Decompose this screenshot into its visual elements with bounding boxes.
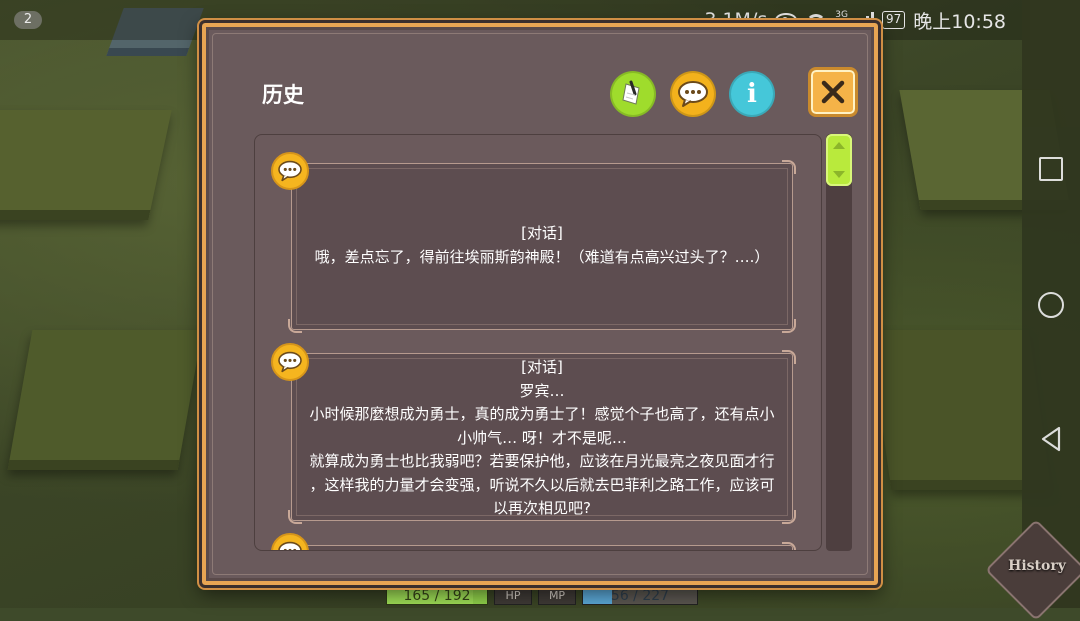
chat-button[interactable] [670, 71, 716, 117]
note-paper-icon [622, 80, 640, 105]
scroll-thumb[interactable] [826, 134, 852, 186]
history-scrollbar[interactable] [826, 134, 852, 551]
entry-tag: [对话] [521, 358, 563, 376]
ground-tile [0, 110, 172, 220]
entry-line: 以再次相见吧? [493, 499, 591, 517]
entry-line: 罗宾… [519, 381, 565, 400]
dialog-title: 历史 [262, 83, 304, 107]
speech-bubble-icon [678, 81, 708, 107]
mp-bar: 56 / 227 [582, 587, 698, 605]
battery-indicator: 97 [881, 11, 906, 29]
scroll-up-icon [833, 142, 845, 149]
history-entry [288, 542, 796, 550]
android-nav-bar [1022, 0, 1080, 608]
entry-line: 就算成为勇士也比我弱吧？若要保护他，应该在月光最亮之夜见面才行 [309, 452, 775, 470]
speech-bubble-icon [271, 343, 309, 381]
history-entry: [对话] 罗宾… 小时候那麼想成为勇士，真的成为勇士了！感觉个子也高了，还有点小… [288, 350, 796, 524]
clock: 晚上10:58 [913, 10, 1006, 33]
scroll-down-icon [833, 171, 845, 178]
history-side-button-label[interactable]: History [1002, 558, 1072, 574]
hp-label: HP [494, 587, 532, 605]
speech-bubble-icon [271, 533, 309, 550]
back-icon[interactable] [1039, 426, 1063, 452]
note-button[interactable] [610, 71, 656, 117]
ground-tile [7, 330, 203, 470]
info-icon: i [747, 79, 757, 109]
home-icon[interactable] [1038, 292, 1064, 318]
speech-bubble-icon [271, 152, 309, 190]
mp-value: 56 / 227 [610, 588, 670, 604]
entry-line: 小帅气… 呀！才不是呢… [457, 428, 627, 447]
hp-bar: 165 / 192 [386, 587, 488, 605]
entry-text: [对话] 罗宾… 小时候那麼想成为勇士，真的成为勇士了！感觉个子也高了，还有点小… [302, 356, 782, 521]
history-dialog: 历史 i [对话] 哦，差点忘了，得前往埃丽斯韵神殿！（难道有点高兴过头了？….… [199, 20, 881, 588]
close-x-icon [821, 80, 845, 104]
info-button[interactable]: i [729, 71, 775, 117]
player-hud: 165 / 192 HP MP 56 / 227 [386, 587, 698, 607]
entry-text: [对话] 哦，差点忘了，得前往埃丽斯韵神殿！（难道有点高兴过头了？….） [302, 222, 782, 269]
mp-label: MP [538, 587, 576, 605]
notification-count-badge: 2 [14, 11, 42, 29]
entry-tag: [对话] [521, 224, 563, 242]
entry-line: 哦，差点忘了，得前往埃丽斯韵神殿！（难道有点高兴过头了？….） [314, 247, 770, 266]
close-button[interactable] [808, 67, 858, 117]
recent-apps-icon[interactable] [1039, 157, 1063, 181]
hp-value: 165 / 192 [403, 588, 471, 604]
history-entry: [对话] 哦，差点忘了，得前往埃丽斯韵神殿！（难道有点高兴过头了？….） [288, 160, 796, 333]
history-list[interactable]: [对话] 哦，差点忘了，得前往埃丽斯韵神殿！（难道有点高兴过头了？….） [对话… [254, 134, 822, 551]
entry-line: 小时候那麼想成为勇士，真的成为勇士了！感觉个子也高了，还有点小 [309, 405, 775, 423]
entry-line: ，这样我的力量才会变强，听说不久以后就去巴菲利之路工作，应该可 [309, 475, 775, 494]
